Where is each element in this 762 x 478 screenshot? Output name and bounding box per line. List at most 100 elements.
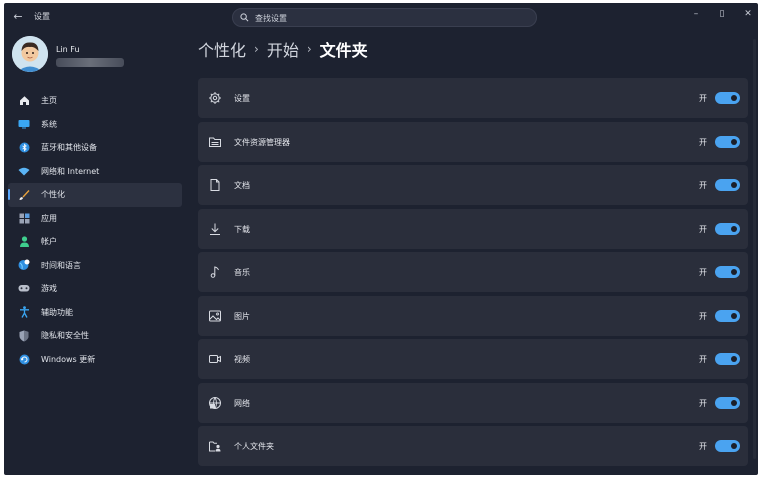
document-icon [210,179,220,191]
breadcrumb-start[interactable]: 开始 [267,37,299,61]
sidebar-nav: 主页 系统 蓝牙和其他设备 网络和 Internet 个性化 应用 帐户 时间和… [8,89,182,371]
folder-row-videos[interactable]: 视频 开 [198,339,748,379]
toggle-knob [731,95,737,101]
folder-row-label: 图片 [234,311,250,321]
folder-row-settings[interactable]: 设置 开 [198,78,748,118]
sidebar-item-label: 隐私和安全性 [41,331,89,341]
sidebar-item-label: 个性化 [41,190,65,200]
toggle-state-label: 开 [699,181,707,190]
search-icon [240,13,249,22]
maximize-button[interactable]: ▯ [712,7,732,21]
documents-toggle[interactable] [715,179,740,191]
minimize-button[interactable]: – [686,7,706,21]
folder-row-documents[interactable]: 文档 开 [198,165,748,205]
title-bar: ← 设置 查找设置 – ▯ ✕ [4,3,758,31]
sidebar-item-label: 帐户 [41,237,57,247]
picture-icon [209,310,221,321]
home-icon [18,95,30,107]
search-box[interactable]: 查找设置 [232,8,537,27]
sidebar-item-home[interactable]: 主页 [8,89,182,113]
file-explorer-toggle[interactable] [715,135,740,148]
sidebar-item-label: 辅助功能 [41,307,73,317]
sidebar-item-label: 网络和 Internet [41,166,100,176]
folder-row-label: 设置 [234,94,250,103]
toggle-knob [731,269,737,275]
sidebar-item-personalization[interactable]: 个性化 [8,183,182,207]
sidebar-item-privacy[interactable]: 隐私和安全性 [8,324,182,348]
search-placeholder: 查找设置 [255,14,287,23]
toggle-knob [731,312,737,319]
shield-icon [18,330,30,342]
music-toggle[interactable] [715,266,740,278]
toggle-knob [731,182,737,188]
folder-row-network[interactable]: 网络 开 [198,382,748,423]
apps-icon [18,212,30,224]
personal-folder-icon [209,441,221,452]
sidebar-item-label: 系统 [41,119,57,129]
videos-toggle[interactable] [715,353,740,365]
toggle-state-label: 开 [699,311,707,321]
toggle-state-label: 开 [699,94,707,103]
avatar [12,36,48,72]
sidebar-item-system[interactable]: 系统 [8,113,182,137]
folder-row-personal-folder[interactable]: 个人文件夹 开 [198,426,748,466]
folder-list: 设置 开 文件资源管理器 开 文档 开 下载 开 音乐 开 图片 开 视频 开 … [198,78,748,470]
sidebar-item-label: 蓝牙和其他设备 [41,143,97,153]
toggle-knob [731,443,737,449]
back-button[interactable]: ← [10,9,26,25]
toggle-state-label: 开 [699,268,707,277]
profile-email-redacted [56,58,124,67]
toggle-state-label: 开 [699,442,707,451]
toggle-knob [731,225,737,232]
network-toggle[interactable] [715,396,740,409]
update-icon [18,353,30,365]
gear-icon [209,92,221,104]
sidebar-item-accounts[interactable]: 帐户 [8,230,182,254]
monitor-icon [18,118,30,130]
folder-row-pictures[interactable]: 图片 开 [198,295,748,336]
avatar-icon [12,36,48,72]
sidebar-item-apps[interactable]: 应用 [8,207,182,231]
settings-window: ← 设置 查找设置 – ▯ ✕ Lin Fu 主页 系统 蓝牙和其他设备 网络和… [4,3,758,475]
bluetooth-icon [18,142,30,154]
sidebar-item-label: Windows 更新 [41,354,96,364]
toggle-knob [731,138,737,145]
folder-row-label: 音乐 [234,268,250,277]
globe-clock-icon [18,259,30,271]
sidebar-item-accessibility[interactable]: 辅助功能 [8,301,182,325]
breadcrumb: 个性化 › 开始 › 文件夹 [198,37,368,61]
folder-icon [209,137,221,147]
folder-row-label: 文件资源管理器 [234,137,290,147]
downloads-toggle[interactable] [715,222,740,235]
profile-name: Lin Fu [56,45,80,54]
sidebar-item-time-language[interactable]: 时间和语言 [8,254,182,278]
folder-row-downloads[interactable]: 下载 开 [198,208,748,249]
settings-toggle[interactable] [715,92,740,104]
scrollbar[interactable] [753,39,756,459]
breadcrumb-personalization[interactable]: 个性化 [198,37,246,61]
sidebar-item-gaming[interactable]: 游戏 [8,277,182,301]
pictures-toggle[interactable] [715,309,740,322]
folder-row-label: 下载 [234,224,250,234]
sidebar-item-label: 时间和语言 [41,260,81,270]
close-button[interactable]: ✕ [738,7,758,21]
toggle-state-label: 开 [699,398,707,408]
folder-row-music[interactable]: 音乐 开 [198,252,748,292]
personal-folder-toggle[interactable] [715,440,740,452]
folder-row-file-explorer[interactable]: 文件资源管理器 开 [198,121,748,162]
toggle-state-label: 开 [699,137,707,147]
toggle-knob [731,356,737,362]
sidebar-item-network[interactable]: 网络和 Internet [8,160,182,184]
toggle-knob [731,399,737,406]
brush-icon [18,189,30,201]
toggle-state-label: 开 [699,224,707,234]
page-title: 文件夹 [319,41,368,60]
video-icon [209,355,221,363]
sidebar-item-label: 应用 [41,213,57,223]
network-icon [209,396,221,409]
sidebar-item-label: 主页 [41,96,57,106]
app-title: 设置 [34,12,50,21]
sidebar-item-windows-update[interactable]: Windows 更新 [8,348,182,372]
folder-row-label: 视频 [234,355,250,364]
sidebar-item-bluetooth[interactable]: 蓝牙和其他设备 [8,136,182,160]
